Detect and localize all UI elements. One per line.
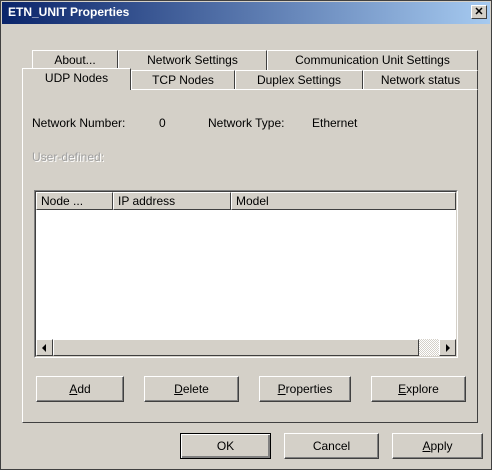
tab-duplex-settings[interactable]: Duplex Settings	[235, 70, 363, 90]
scroll-left-button[interactable]	[36, 339, 53, 356]
tab-label: TCP Nodes	[152, 73, 214, 87]
column-header-model[interactable]: Model	[231, 192, 456, 210]
column-header-ip-address[interactable]: IP address	[113, 192, 231, 210]
tab-tcp-nodes[interactable]: TCP Nodes	[131, 70, 235, 90]
tab-communication-unit-settings[interactable]: Communication Unit Settings	[267, 50, 478, 70]
udp-nodes-panel: Network Number: 0 Network Type: Ethernet…	[22, 89, 478, 423]
user-defined-label: User-defined:	[32, 150, 105, 164]
scroll-right-button[interactable]	[439, 339, 456, 356]
cancel-label: Cancel	[312, 439, 351, 453]
add-button[interactable]: Add	[36, 376, 124, 402]
network-type-value: Ethernet	[312, 116, 358, 130]
properties-dialog: ETN_UNIT Properties ✕ About... Network S…	[0, 0, 492, 470]
tab-udp-nodes[interactable]: UDP Nodes	[22, 68, 131, 90]
column-label: IP address	[118, 194, 176, 208]
arrow-left-icon	[42, 344, 46, 352]
network-number-value: 0	[159, 116, 166, 130]
cancel-button[interactable]: Cancel	[284, 433, 379, 459]
close-button[interactable]: ✕	[471, 5, 487, 19]
tab-label: Network status	[380, 73, 461, 87]
delete-button[interactable]: Delete	[144, 376, 239, 402]
properties-button[interactable]: Properties	[259, 376, 351, 402]
apply-button[interactable]: Apply	[392, 433, 483, 459]
explore-button[interactable]: Explore	[371, 376, 466, 402]
close-icon: ✕	[474, 6, 484, 18]
ok-button[interactable]: OK	[180, 433, 271, 459]
tab-label: Communication Unit Settings	[295, 53, 450, 67]
column-header-node[interactable]: Node ...	[36, 192, 113, 210]
tab-about[interactable]: About...	[32, 50, 118, 70]
tab-network-settings[interactable]: Network Settings	[118, 50, 267, 70]
title-bar[interactable]: ETN_UNIT Properties ✕	[2, 2, 490, 24]
delete-accelerator: D	[174, 382, 183, 396]
tab-label: UDP Nodes	[44, 71, 109, 85]
ok-label: OK	[216, 439, 235, 453]
column-label: Node ...	[41, 194, 84, 208]
explore-accelerator: E	[398, 382, 407, 396]
tab-network-status[interactable]: Network status	[363, 70, 478, 90]
tab-label: Network Settings	[147, 53, 238, 67]
tab-label: About...	[54, 53, 96, 67]
column-label: Model	[236, 194, 269, 208]
tab-label: Duplex Settings	[256, 73, 342, 87]
scrollbar-thumb[interactable]	[53, 339, 419, 356]
apply-accelerator: A	[422, 439, 431, 453]
arrow-right-icon	[446, 344, 450, 352]
network-number-label: Network Number:	[32, 116, 126, 130]
window-title: ETN_UNIT Properties	[8, 5, 130, 19]
udp-nodes-list[interactable]: Node ... IP address Model	[34, 190, 458, 358]
properties-accelerator: P	[277, 382, 286, 396]
network-type-label: Network Type:	[208, 116, 285, 130]
scrollbar-track[interactable]	[419, 339, 439, 356]
horizontal-scrollbar[interactable]	[36, 339, 456, 356]
